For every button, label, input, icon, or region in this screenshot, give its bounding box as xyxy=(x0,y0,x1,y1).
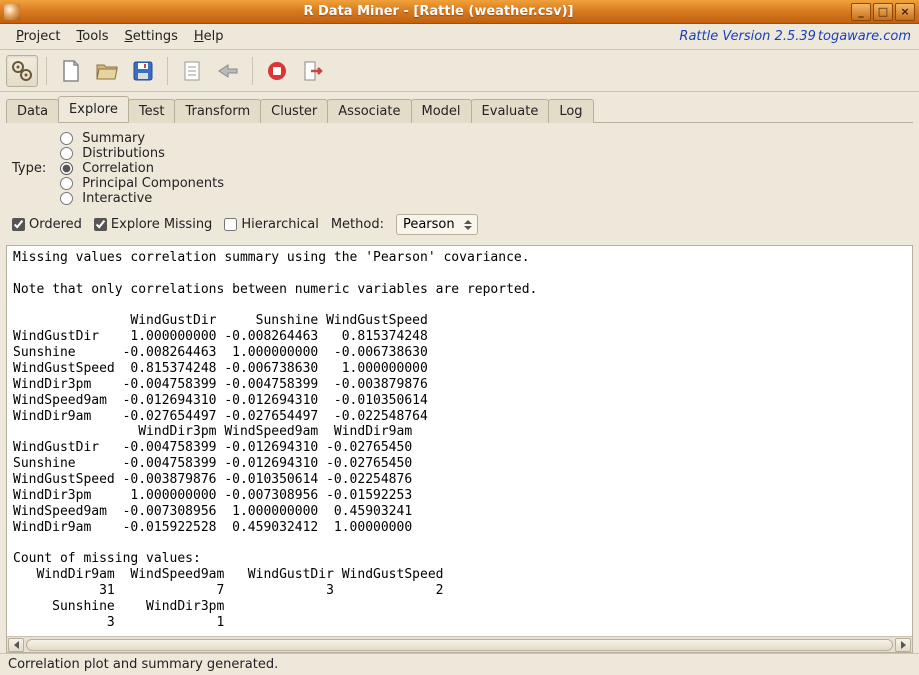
menubar: Project Tools Settings Help Rattle Versi… xyxy=(0,24,919,50)
window-controls: _ □ × xyxy=(851,3,915,21)
close-button[interactable]: × xyxy=(895,3,915,21)
menu-tools[interactable]: Tools xyxy=(69,26,117,47)
window-title: R Data Miner - [Rattle (weather.csv)] xyxy=(26,4,851,19)
scroll-left-button[interactable] xyxy=(8,638,24,652)
status-text: Correlation plot and summary generated. xyxy=(8,657,278,672)
execute-button[interactable] xyxy=(6,55,38,87)
version-text: Rattle Version 2.5.39 xyxy=(679,29,815,44)
tab-associate[interactable]: Associate xyxy=(327,99,411,123)
minimize-button[interactable]: _ xyxy=(851,3,871,21)
new-button[interactable] xyxy=(55,55,87,87)
type-radio-summary[interactable]: Summary xyxy=(60,131,224,146)
save-button[interactable] xyxy=(127,55,159,87)
tab-log[interactable]: Log xyxy=(548,99,593,123)
type-radio-correlation[interactable]: Correlation xyxy=(60,161,224,176)
menu-settings[interactable]: Settings xyxy=(117,26,186,47)
tabs: DataExploreTestTransformClusterAssociate… xyxy=(0,92,919,122)
tab-data[interactable]: Data xyxy=(6,99,59,123)
save-icon xyxy=(131,59,155,83)
maximize-button[interactable]: □ xyxy=(873,3,893,21)
type-label: Type: xyxy=(12,161,46,176)
exit-icon xyxy=(301,59,325,83)
options-row: Ordered Explore Missing Hierarchical Met… xyxy=(12,214,907,235)
open-button[interactable] xyxy=(91,55,123,87)
tab-transform[interactable]: Transform xyxy=(174,99,261,123)
output-text[interactable]: Missing values correlation summary using… xyxy=(7,246,912,636)
quit-button[interactable] xyxy=(297,55,329,87)
tab-test[interactable]: Test xyxy=(128,99,176,123)
output-panel: Missing values correlation summary using… xyxy=(6,245,913,653)
type-radio-interactive[interactable]: Interactive xyxy=(60,191,224,206)
file-icon xyxy=(59,59,83,83)
hierarchical-checkbox[interactable]: Hierarchical xyxy=(224,217,318,232)
version-link[interactable]: togaware.com xyxy=(818,29,911,44)
tab-model[interactable]: Model xyxy=(411,99,472,123)
gear-icon xyxy=(10,59,34,83)
tab-explore[interactable]: Explore xyxy=(58,96,129,122)
stop-button[interactable] xyxy=(261,55,293,87)
type-radio-distributions[interactable]: Distributions xyxy=(60,146,224,161)
menu-help[interactable]: Help xyxy=(186,26,232,47)
toolbar xyxy=(0,50,919,92)
options-panel: Type: SummaryDistributionsCorrelationPri… xyxy=(0,123,919,245)
export-button[interactable] xyxy=(212,55,244,87)
explore-missing-checkbox[interactable]: Explore Missing xyxy=(94,217,212,232)
scroll-thumb[interactable] xyxy=(26,639,893,651)
ordered-checkbox[interactable]: Ordered xyxy=(12,217,82,232)
tab-cluster[interactable]: Cluster xyxy=(260,99,328,123)
app-icon xyxy=(4,4,20,20)
scroll-right-button[interactable] xyxy=(895,638,911,652)
menu-project[interactable]: Project xyxy=(8,26,69,47)
tab-evaluate[interactable]: Evaluate xyxy=(471,99,550,123)
document-icon xyxy=(180,59,204,83)
folder-open-icon xyxy=(95,59,119,83)
statusbar: Correlation plot and summary generated. xyxy=(0,653,919,675)
method-label: Method: xyxy=(331,217,384,232)
export-icon xyxy=(216,59,240,83)
method-select[interactable]: Pearson xyxy=(396,214,478,235)
stop-icon xyxy=(265,59,289,83)
titlebar: R Data Miner - [Rattle (weather.csv)] _ … xyxy=(0,0,919,24)
type-row: Type: SummaryDistributionsCorrelationPri… xyxy=(12,131,907,206)
horizontal-scrollbar[interactable] xyxy=(7,636,912,652)
report-button[interactable] xyxy=(176,55,208,87)
type-radio-principal-components[interactable]: Principal Components xyxy=(60,176,224,191)
